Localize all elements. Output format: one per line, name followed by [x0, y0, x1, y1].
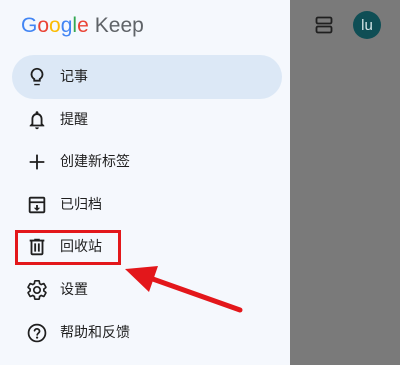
drawer-item-reminders[interactable]: 提醒	[12, 98, 282, 142]
drawer-item-label: 提醒	[60, 112, 88, 128]
drawer-item-label: 记事	[60, 69, 88, 85]
logo-letter-o1: o	[37, 14, 50, 37]
drawer-item-notes[interactable]: 记事	[12, 55, 282, 99]
logo-letter-e: e	[77, 14, 89, 37]
drawer-item-label: 创建新标签	[60, 154, 130, 170]
logo-letter-o2: o	[49, 14, 61, 37]
drawer-item-settings[interactable]: 设置	[12, 268, 282, 312]
scrim-overlay[interactable]	[290, 0, 400, 365]
help-circle-icon	[26, 322, 48, 344]
logo-letter-g2: g	[60, 14, 73, 37]
logo-letter-g1: G	[21, 14, 38, 37]
drawer-item-label: 帮助和反馈	[60, 325, 130, 341]
drawer-item-help[interactable]: 帮助和反馈	[12, 311, 282, 355]
bell-icon	[26, 109, 48, 131]
google-keep-logo: Google Keep	[21, 13, 144, 39]
archive-icon	[26, 194, 48, 216]
lightbulb-icon	[26, 66, 48, 88]
drawer-item-label: 已归档	[60, 197, 102, 213]
gear-icon	[26, 279, 48, 301]
navigation-drawer: Google Keep 记事 提醒 创建新标签 已归档 回收站 设置 帮助和反馈	[0, 0, 290, 365]
avatar[interactable]: lu	[353, 11, 381, 39]
plus-icon	[26, 151, 48, 173]
view-agenda-icon[interactable]	[315, 16, 333, 34]
logo-keep-text: Keep	[94, 14, 144, 37]
drawer-item-archive[interactable]: 已归档	[12, 183, 282, 227]
drawer-item-create-label[interactable]: 创建新标签	[12, 140, 282, 184]
drawer-item-label: 设置	[60, 282, 88, 298]
annotation-highlight-box	[15, 230, 121, 265]
